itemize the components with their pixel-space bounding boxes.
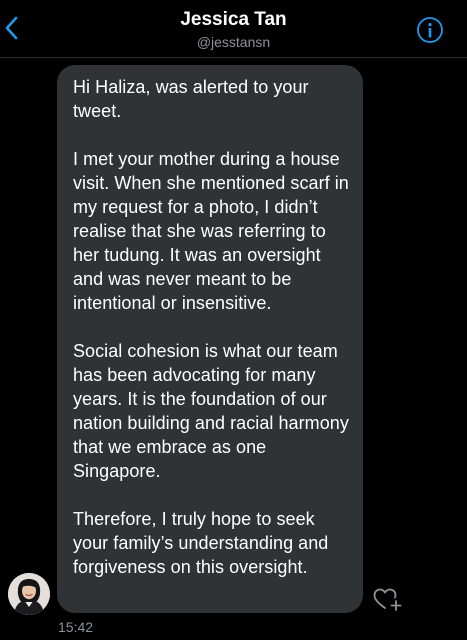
message-paragraph: Therefore, I truly hope to seek your fam… [73,509,329,577]
contact-name: Jessica Tan [180,9,287,30]
conversation-title[interactable]: Jessica Tan @jesstansn [0,8,467,51]
message-paragraph: Social cohesion is what our team has bee… [73,341,349,481]
heart-plus-icon [373,588,402,611]
info-circle-icon [417,17,443,43]
message-paragraph: I met your mother during a house visit. … [73,149,349,313]
avatar[interactable] [8,573,50,615]
conversation-header: Jessica Tan @jesstansn [0,0,467,58]
contact-handle: @jesstansn [196,34,271,50]
profile-photo [8,573,50,615]
message-paragraph: Hi Haliza, was alerted to your tweet. [73,77,309,121]
conversation-info-button[interactable] [416,16,444,44]
message-timestamp: 15:42 [58,619,94,635]
react-button[interactable] [372,586,402,612]
message-bubble[interactable]: Hi Haliza, was alerted to your tweet. I … [57,65,363,613]
